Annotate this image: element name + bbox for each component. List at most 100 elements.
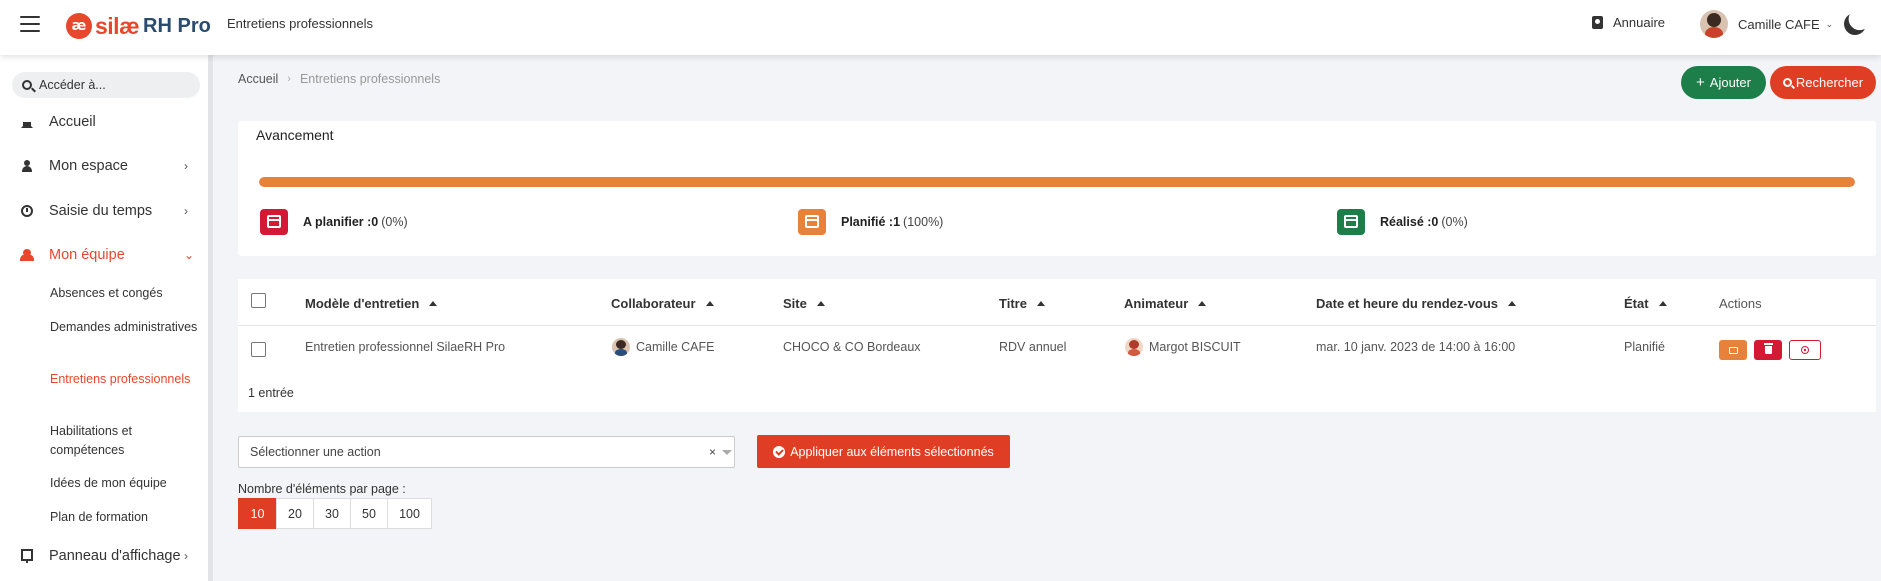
breadcrumb-current: Entretiens professionnels bbox=[299, 72, 441, 86]
avatar bbox=[1125, 338, 1143, 356]
header-label: Site bbox=[783, 296, 807, 311]
view-button[interactable] bbox=[1789, 340, 1821, 360]
breadcrumb: Accueil › Entretiens professionnels bbox=[238, 72, 440, 86]
breadcrumb-home[interactable]: Accueil bbox=[238, 72, 278, 86]
home-icon-base bbox=[23, 122, 31, 128]
sort-icon bbox=[705, 301, 714, 306]
header-label: Titre bbox=[999, 296, 1027, 311]
page-size-30[interactable]: 30 bbox=[313, 498, 351, 529]
logo-silae: silæ bbox=[95, 12, 140, 39]
avatar bbox=[612, 338, 630, 356]
header-model[interactable]: Modèle d'entretien bbox=[305, 296, 438, 311]
dark-mode-icon[interactable] bbox=[1841, 10, 1869, 38]
header-collaborator[interactable]: Collaborateur bbox=[611, 296, 714, 311]
user-menu[interactable]: Camille CAFE ⌄ bbox=[1700, 10, 1833, 38]
edit-icon bbox=[1728, 346, 1738, 354]
sort-icon bbox=[1508, 301, 1517, 306]
sidebar-item-label: Mon équipe bbox=[49, 247, 125, 263]
clock-icon bbox=[21, 205, 33, 217]
header-state[interactable]: État bbox=[1624, 296, 1667, 311]
sidebar-item-label: Mon espace bbox=[49, 158, 128, 174]
sidebar-sub-plan-formation[interactable]: Plan de formation bbox=[50, 508, 200, 527]
stat-label: Planifié : bbox=[841, 215, 894, 229]
header-label: Collaborateur bbox=[611, 296, 696, 311]
page-size-50[interactable]: 50 bbox=[350, 498, 388, 529]
contact-card-icon bbox=[1592, 16, 1603, 29]
header-title[interactable]: Titre bbox=[999, 296, 1045, 311]
stat-a-planifier: A planifier : 0 (0%) bbox=[260, 209, 408, 235]
sidebar-search-input[interactable]: Accéder à... bbox=[12, 72, 200, 98]
page-size-100[interactable]: 100 bbox=[387, 498, 432, 529]
stat-label: Réalisé : bbox=[1380, 215, 1432, 229]
sidebar-sub-demandes[interactable]: Demandes administratives bbox=[50, 318, 200, 337]
user-avatar bbox=[1700, 10, 1728, 38]
sort-icon bbox=[429, 301, 438, 306]
row-checkbox[interactable] bbox=[251, 342, 266, 357]
sidebar-item-mon-equipe[interactable]: Mon équipe ⌄ bbox=[0, 240, 208, 270]
chevron-down-icon: ⌄ bbox=[184, 248, 195, 262]
clear-icon[interactable]: × bbox=[709, 445, 716, 459]
delete-button[interactable] bbox=[1754, 340, 1782, 360]
header-label: Modèle d'entretien bbox=[305, 296, 420, 311]
stat-realise: Réalisé : 0 (0%) bbox=[1337, 209, 1468, 235]
add-button[interactable]: + Ajouter bbox=[1681, 66, 1766, 99]
module-title: Entretiens professionnels bbox=[227, 16, 373, 31]
header-date[interactable]: Date et heure du rendez-vous bbox=[1316, 296, 1517, 311]
search-icon bbox=[22, 80, 32, 90]
cell-animator: Margot BISCUIT bbox=[1125, 338, 1241, 356]
sidebar-item-label: Panneau d'affichage bbox=[49, 548, 181, 564]
sort-icon bbox=[1036, 301, 1045, 306]
sidebar-sub-habilitations[interactable]: Habilitations et compétences bbox=[50, 422, 200, 460]
sort-icon bbox=[816, 301, 825, 306]
cell-collaborator: Camille CAFE bbox=[612, 338, 715, 356]
calendar-icon bbox=[798, 209, 826, 235]
sidebar-sub-absences[interactable]: Absences et congés bbox=[50, 284, 200, 303]
stat-count: 0 bbox=[371, 215, 379, 229]
annuaire-link[interactable]: Annuaire bbox=[1592, 15, 1665, 30]
select-all-checkbox[interactable] bbox=[251, 293, 266, 308]
calendar-check-icon bbox=[1337, 209, 1365, 235]
chevron-right-icon: › bbox=[287, 73, 291, 85]
header-divider bbox=[238, 325, 1876, 326]
page-size-10[interactable]: 10 bbox=[238, 498, 277, 529]
sidebar-search-placeholder: Accéder à... bbox=[39, 78, 106, 92]
header-animator[interactable]: Animateur bbox=[1124, 296, 1207, 311]
search-button[interactable]: Rechercher bbox=[1770, 66, 1876, 99]
sidebar-sub-idees[interactable]: Idées de mon équipe bbox=[50, 474, 200, 493]
sort-icon bbox=[1658, 301, 1667, 306]
board-icon bbox=[21, 549, 33, 563]
stat-label: A planifier : bbox=[303, 215, 372, 229]
sidebar-item-mon-espace[interactable]: Mon espace › bbox=[0, 151, 208, 181]
sidebar-scrollbar[interactable] bbox=[208, 55, 213, 581]
logo-mark: æ bbox=[66, 13, 92, 39]
edit-button[interactable] bbox=[1719, 340, 1747, 360]
apply-button-label: Appliquer aux éléments sélectionnés bbox=[790, 444, 994, 459]
trash-icon bbox=[1763, 343, 1773, 354]
sidebar-item-saisie-du-temps[interactable]: Saisie du temps › bbox=[0, 196, 208, 226]
bulk-action-select[interactable]: Sélectionner une action × bbox=[238, 436, 735, 468]
apply-button[interactable]: Appliquer aux éléments sélectionnés bbox=[757, 435, 1010, 468]
annuaire-label: Annuaire bbox=[1613, 15, 1666, 30]
stat-percent: (0%) bbox=[381, 215, 408, 229]
app-logo[interactable]: æ silæ RH Pro bbox=[66, 11, 211, 41]
sidebar-item-panneau[interactable]: Panneau d'affichage › bbox=[0, 541, 208, 571]
stat-percent: (0%) bbox=[1441, 215, 1468, 229]
page-size-20[interactable]: 20 bbox=[276, 498, 314, 529]
sidebar-item-accueil[interactable]: Accueil bbox=[0, 107, 208, 137]
entry-count: 1 entrée bbox=[248, 386, 294, 400]
bulk-action-placeholder: Sélectionner une action bbox=[250, 445, 381, 459]
cell-model[interactable]: Entretien professionnel SilaeRH Pro bbox=[305, 340, 505, 354]
logo-rh-pro: RH Pro bbox=[143, 14, 211, 37]
cell-site: CHOCO & CO Bordeaux bbox=[783, 340, 921, 354]
menu-icon[interactable] bbox=[20, 16, 40, 32]
page-size-selector: 10 20 30 50 100 bbox=[238, 498, 432, 529]
header-site[interactable]: Site bbox=[783, 296, 825, 311]
header-label: Animateur bbox=[1124, 296, 1189, 311]
chevron-right-icon: › bbox=[184, 204, 188, 218]
search-button-label: Rechercher bbox=[1795, 75, 1864, 90]
sort-icon bbox=[1198, 301, 1207, 306]
cell-title: RDV annuel bbox=[999, 340, 1067, 354]
chevron-down-icon: ⌄ bbox=[1825, 18, 1834, 29]
progress-bar bbox=[259, 177, 1855, 187]
sidebar-sub-entretiens[interactable]: Entretiens professionnels bbox=[50, 370, 200, 389]
